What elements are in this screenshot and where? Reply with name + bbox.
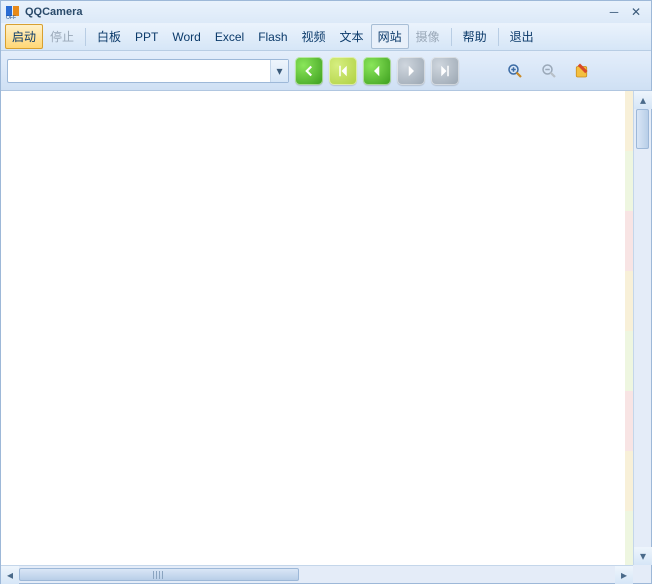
- vertical-scrollbar[interactable]: ▴ ▾: [633, 91, 651, 565]
- menu-text[interactable]: 文本: [333, 24, 371, 49]
- combo-caret-icon[interactable]: ▾: [270, 60, 288, 82]
- canvas[interactable]: [1, 91, 625, 565]
- hscroll-thumb[interactable]: [19, 568, 299, 581]
- scroll-corner: [633, 565, 651, 583]
- zoom-in-button[interactable]: [501, 57, 529, 85]
- scroll-up-icon[interactable]: ▴: [634, 91, 652, 109]
- menubar: 启动 停止 白板 PPT Word Excel Flash 视频 文本 网站 摄…: [1, 23, 651, 51]
- edit-button[interactable]: [569, 57, 597, 85]
- menu-ppt[interactable]: PPT: [128, 26, 165, 48]
- content-wrap: ▴ ▾ ◂ ▸: [1, 91, 651, 583]
- titlebar: OFF QQCamera ─ ✕: [1, 1, 651, 23]
- menu-flash[interactable]: Flash: [251, 26, 294, 48]
- first-icon: [334, 62, 352, 80]
- vscroll-track[interactable]: [634, 109, 651, 547]
- chevron-left-icon: [368, 62, 386, 80]
- menu-whiteboard[interactable]: 白板: [90, 24, 128, 49]
- hscroll-track[interactable]: [19, 566, 615, 583]
- side-strip: [625, 91, 633, 565]
- menu-help[interactable]: 帮助: [456, 24, 494, 49]
- menu-excel[interactable]: Excel: [208, 26, 251, 48]
- close-button[interactable]: ✕: [625, 4, 647, 20]
- arrow-left-icon: [300, 62, 318, 80]
- menu-separator: [85, 28, 86, 46]
- menu-stop: 停止: [43, 24, 81, 49]
- content-area: ▴ ▾: [1, 91, 651, 565]
- horizontal-scrollbar[interactable]: ◂ ▸: [1, 565, 633, 583]
- last-icon: [436, 62, 454, 80]
- minimize-button[interactable]: ─: [603, 4, 625, 20]
- address-input[interactable]: [8, 60, 270, 82]
- menu-word[interactable]: Word: [165, 26, 207, 48]
- zoom-out-button[interactable]: [535, 57, 563, 85]
- address-combo[interactable]: ▾: [7, 59, 289, 83]
- first-button[interactable]: [329, 57, 357, 85]
- menu-separator: [498, 28, 499, 46]
- chevron-right-icon: [402, 62, 420, 80]
- menu-separator: [451, 28, 452, 46]
- scroll-right-icon[interactable]: ▸: [615, 566, 633, 584]
- edit-icon: [574, 62, 592, 80]
- zoom-in-icon: [506, 62, 524, 80]
- next-button[interactable]: [397, 57, 425, 85]
- last-button[interactable]: [431, 57, 459, 85]
- app-window: OFF QQCamera ─ ✕ 启动 停止 白板 PPT Word Excel…: [0, 0, 652, 584]
- scroll-left-icon[interactable]: ◂: [1, 566, 19, 584]
- back-button[interactable]: [295, 57, 323, 85]
- prev-button[interactable]: [363, 57, 391, 85]
- app-icon: OFF: [5, 4, 21, 20]
- app-title: QQCamera: [25, 6, 603, 18]
- menu-website[interactable]: 网站: [371, 24, 409, 49]
- menu-camera: 摄像: [409, 24, 447, 49]
- toolbar: ▾: [1, 51, 651, 91]
- menu-start[interactable]: 启动: [5, 24, 43, 49]
- menu-video[interactable]: 视频: [295, 24, 333, 49]
- menu-exit[interactable]: 退出: [503, 24, 541, 49]
- zoom-out-icon: [540, 62, 558, 80]
- vscroll-thumb[interactable]: [636, 109, 649, 149]
- svg-text:OFF: OFF: [6, 15, 16, 20]
- scroll-down-icon[interactable]: ▾: [634, 547, 652, 565]
